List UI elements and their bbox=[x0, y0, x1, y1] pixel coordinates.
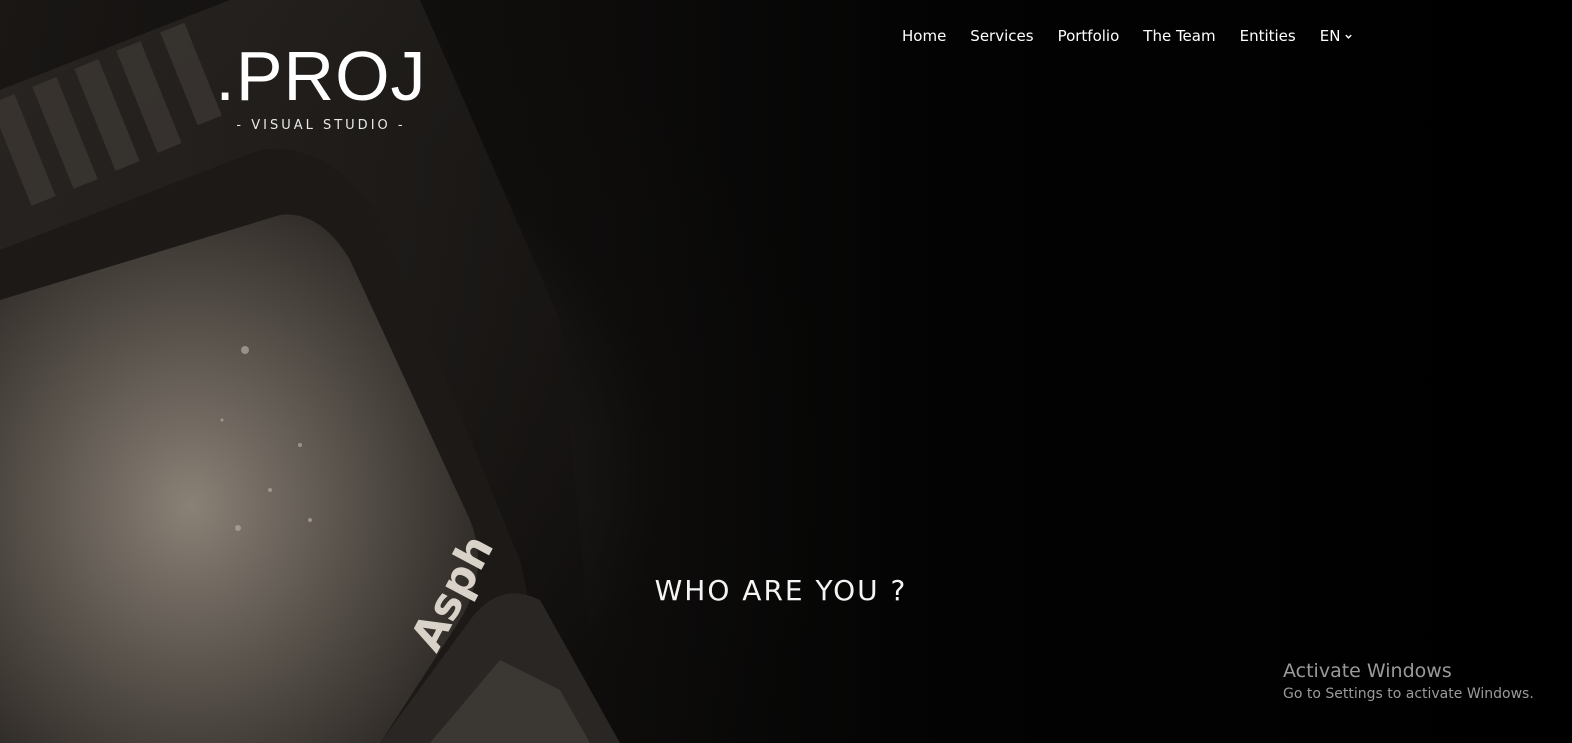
language-label: EN bbox=[1319, 27, 1341, 45]
nav-item-the-team[interactable]: The Team bbox=[1131, 24, 1227, 48]
nav-item-portfolio[interactable]: Portfolio bbox=[1046, 24, 1132, 48]
logo-tagline: - VISUAL STUDIO - bbox=[236, 118, 406, 133]
hero-section: Asph .PROJ - VISUAL STUDIO - Home Servic… bbox=[0, 0, 1572, 743]
site-logo[interactable]: .PROJ - VISUAL STUDIO - bbox=[190, 40, 452, 133]
nav-item-entities[interactable]: Entities bbox=[1228, 24, 1308, 48]
nav-item-services[interactable]: Services bbox=[958, 24, 1045, 48]
language-selector[interactable]: EN bbox=[1308, 24, 1366, 48]
watermark-subtitle: Go to Settings to activate Windows. bbox=[1283, 686, 1534, 702]
chevron-down-icon bbox=[1345, 34, 1353, 39]
watermark-title: Activate Windows bbox=[1283, 660, 1452, 682]
hero-headline: WHO ARE YOU ? bbox=[654, 574, 908, 607]
main-navigation: Home Services Portfolio The Team Entitie… bbox=[890, 24, 1365, 48]
windows-activation-watermark: Activate Windows Go to Settings to activ… bbox=[1283, 659, 1534, 705]
logo-wordmark: .PROJ bbox=[215, 37, 427, 115]
nav-item-home[interactable]: Home bbox=[890, 24, 958, 48]
